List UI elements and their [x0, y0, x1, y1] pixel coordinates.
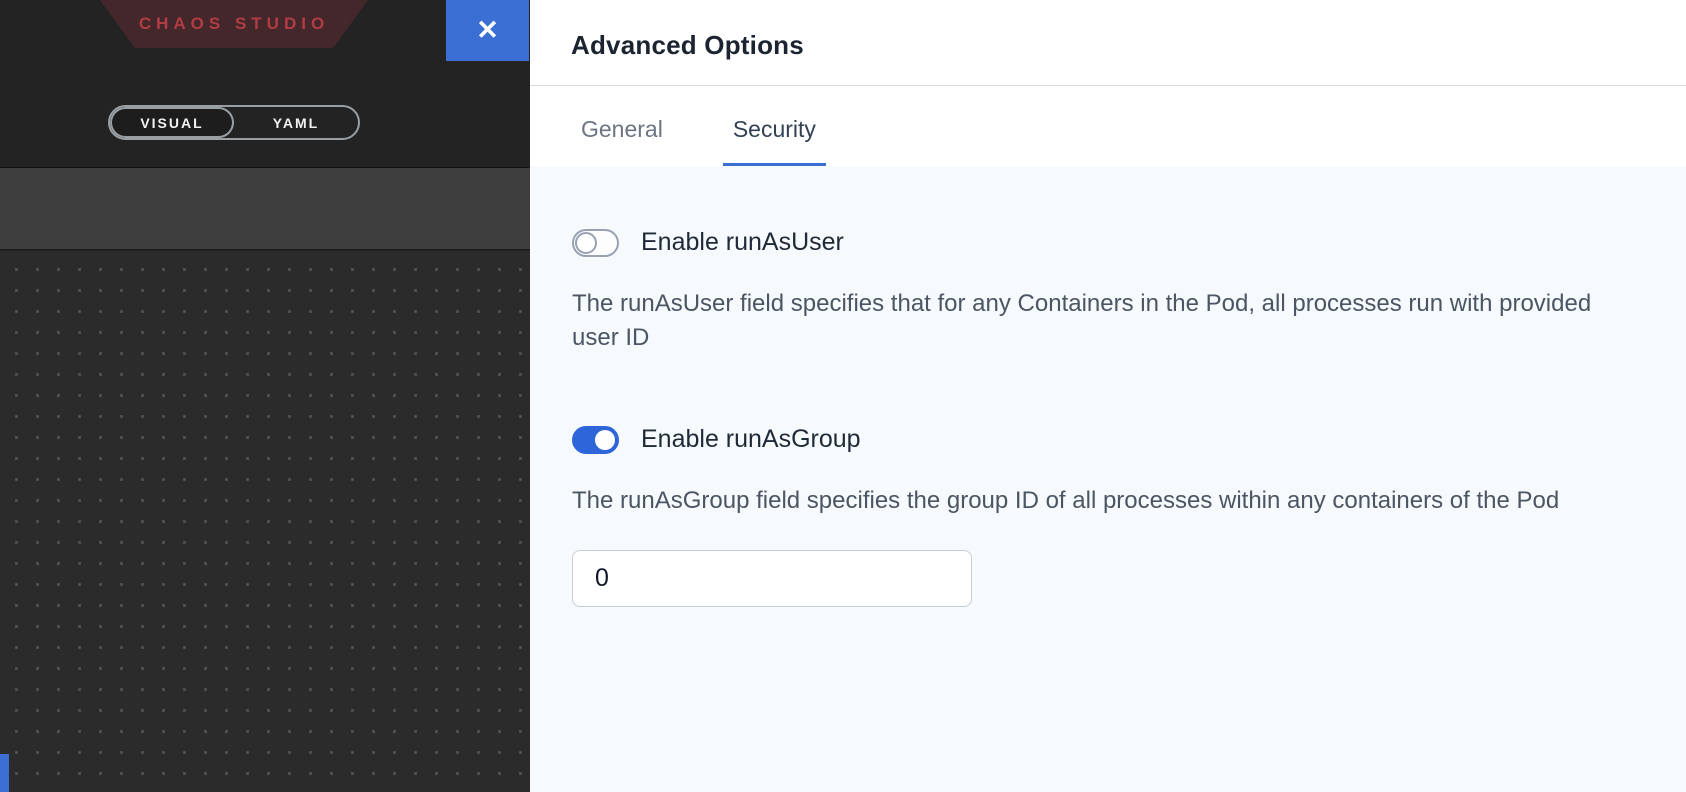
run-as-group-row: Enable runAsGroup [572, 425, 1644, 454]
stage-toolbar [0, 168, 530, 250]
run-as-group-description: The runAsGroup field specifies the group… [572, 484, 1612, 518]
advanced-options-drawer: Advanced Options General Security Enable… [530, 0, 1686, 792]
visual-tab[interactable]: VISUAL [110, 107, 234, 138]
run-as-group-label: Enable runAsGroup [641, 425, 861, 454]
drawer-tabs: General Security [530, 86, 1686, 166]
run-as-user-description: The runAsUser field specifies that for a… [572, 287, 1612, 355]
run-as-user-label: Enable runAsUser [641, 228, 844, 257]
workflow-canvas[interactable] [0, 251, 530, 792]
run-as-user-toggle[interactable] [572, 229, 619, 257]
tab-security-label: Security [733, 116, 816, 142]
yaml-tab-label: YAML [273, 115, 319, 131]
screen: CHAOS STUDIO VISUAL YAML ✕ Advanced Opti… [0, 0, 1686, 792]
chaos-studio-stage: CHAOS STUDIO VISUAL YAML [0, 0, 530, 792]
security-tab-panel: Enable runAsUser The runAsUser field spe… [530, 166, 1686, 792]
run-as-user-row: Enable runAsUser [572, 228, 1644, 257]
visual-tab-label: VISUAL [140, 115, 203, 131]
toggle-knob [595, 430, 615, 450]
tab-general[interactable]: General [571, 86, 673, 166]
run-as-group-value-input[interactable] [572, 550, 972, 607]
tab-general-label: General [581, 116, 663, 142]
tab-security[interactable]: Security [723, 86, 826, 166]
toggle-knob [575, 232, 597, 254]
brand-title: CHAOS STUDIO [139, 14, 329, 34]
visual-yaml-toggle[interactable]: VISUAL YAML [108, 105, 360, 140]
run-as-group-toggle[interactable] [572, 426, 619, 454]
canvas-edge-control[interactable] [0, 754, 9, 792]
close-drawer-button[interactable]: ✕ [446, 0, 529, 61]
close-icon: ✕ [476, 15, 499, 46]
yaml-tab[interactable]: YAML [234, 107, 358, 138]
brand-banner: CHAOS STUDIO [100, 0, 368, 48]
drawer-header: Advanced Options [530, 0, 1686, 86]
drawer-title: Advanced Options [571, 30, 1646, 61]
